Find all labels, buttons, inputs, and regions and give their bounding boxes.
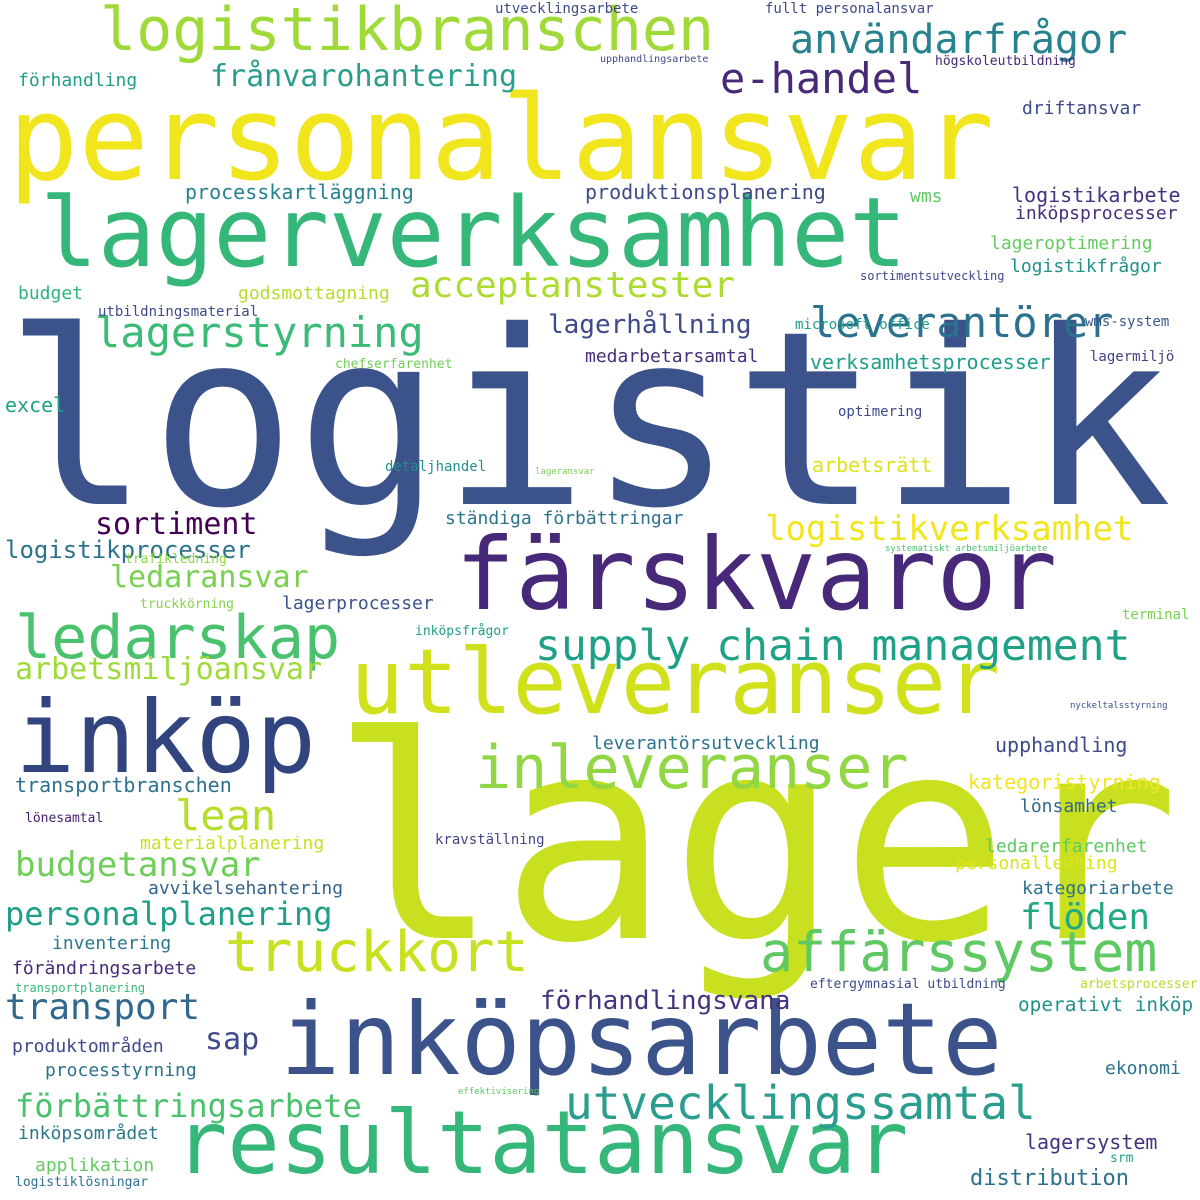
word: högskoleutbildning: [935, 54, 1076, 69]
word: eftergymnasial utbildning: [810, 977, 1006, 992]
word: systematiskt arbetsmiljöarbete: [885, 544, 1048, 554]
word: lagermiljö: [1090, 349, 1175, 365]
word: förhandling: [18, 70, 138, 91]
word: leverantörsutveckling: [592, 733, 820, 754]
word: verksamhetsprocesser: [810, 350, 1051, 374]
word: lageransvar: [535, 467, 595, 477]
word: medarbetarsamtal: [585, 346, 759, 367]
word: förhandlingsvana: [540, 986, 791, 1016]
word: produktionsplanering: [585, 180, 826, 204]
word: utvecklingssamtal: [565, 1076, 1036, 1130]
word: excel: [5, 393, 66, 417]
word: lagersystem: [1025, 1130, 1158, 1154]
word: transport: [5, 987, 201, 1028]
word: lean: [175, 791, 277, 840]
word: ledaransvar: [110, 560, 309, 595]
word: lagerhållning: [548, 310, 752, 340]
word: truckkort: [225, 920, 529, 985]
word: srm: [1110, 1151, 1134, 1166]
word: chefserfarenhet: [335, 357, 453, 372]
word: personalledning: [955, 853, 1118, 874]
word: flöden: [1020, 897, 1151, 938]
word: logistikverksamhet: [765, 509, 1134, 549]
word: ekonomi: [1105, 1058, 1181, 1079]
word: lageroptimering: [990, 233, 1153, 254]
word: inköpsområdet: [18, 1123, 159, 1144]
word: personalplanering: [5, 895, 333, 933]
word: driftansvar: [1022, 98, 1142, 119]
word: materialplanering: [140, 833, 325, 854]
word: arbetsrätt: [812, 453, 933, 477]
word: processtyrning: [45, 1060, 197, 1081]
word: transportplanering: [15, 981, 146, 995]
word: nyckeltalsstyrning: [1070, 701, 1168, 711]
word: wms-system: [1085, 314, 1170, 330]
word: sortimentsutveckling: [860, 269, 1005, 283]
word: kravställning: [435, 832, 545, 848]
word: terminal: [1122, 607, 1190, 623]
word-cloud: logistik lager personalansvar lagerverks…: [0, 0, 1200, 1200]
word: ständiga förbättringar: [445, 508, 684, 529]
word: arbetsmiljöansvar: [15, 652, 323, 687]
word: applikation: [35, 1155, 155, 1176]
word: logistikfrågor: [1010, 256, 1162, 277]
word: microsoft office: [795, 317, 930, 333]
word: operativt inköp: [1018, 993, 1194, 1016]
word: inventering: [52, 933, 172, 954]
word: processkartläggning: [185, 180, 414, 204]
word: effektivisering: [458, 1087, 540, 1097]
word: upphandlingsarbete: [600, 54, 709, 65]
word: kategoristyrning: [968, 770, 1161, 794]
word: förbättringsarbete: [15, 1087, 362, 1125]
word: godsmottagning: [238, 283, 390, 304]
word: transportbranschen: [15, 773, 232, 797]
word: detaljhandel: [385, 459, 487, 475]
word: supply chain management: [535, 621, 1131, 671]
word: optimering: [838, 404, 923, 420]
word: upphandling: [995, 733, 1128, 757]
word: produktområden: [12, 1036, 164, 1057]
word: utbildningsmaterial: [98, 304, 259, 320]
word: logistikarbete: [1012, 183, 1181, 207]
word: trafikledning: [125, 552, 227, 567]
word: inköpsfrågor: [415, 624, 509, 639]
word: distribution: [970, 1166, 1129, 1191]
word: förändringsarbete: [12, 958, 197, 979]
word: lönsamhet: [1020, 796, 1118, 817]
word: lagerprocesser: [282, 593, 434, 614]
word: truckkörning: [140, 597, 234, 612]
word: lönesamtal: [25, 811, 104, 826]
word: frånvarohantering: [210, 59, 518, 94]
word: arbetsprocesser: [1080, 977, 1198, 992]
word: inköpsprocesser: [1015, 203, 1178, 224]
word: avvikelsehantering: [148, 878, 344, 899]
word: fullt personalansvar: [765, 1, 934, 17]
word: sap: [205, 1022, 260, 1057]
word: acceptanstester: [410, 265, 736, 306]
word: kategoriarbete: [1022, 878, 1174, 899]
word: logistiklösningar: [15, 1175, 149, 1190]
word: utvecklingsarbete: [495, 1, 639, 17]
word: wms: [910, 186, 943, 207]
word: budget: [18, 283, 84, 304]
word: e-handel: [720, 54, 923, 103]
